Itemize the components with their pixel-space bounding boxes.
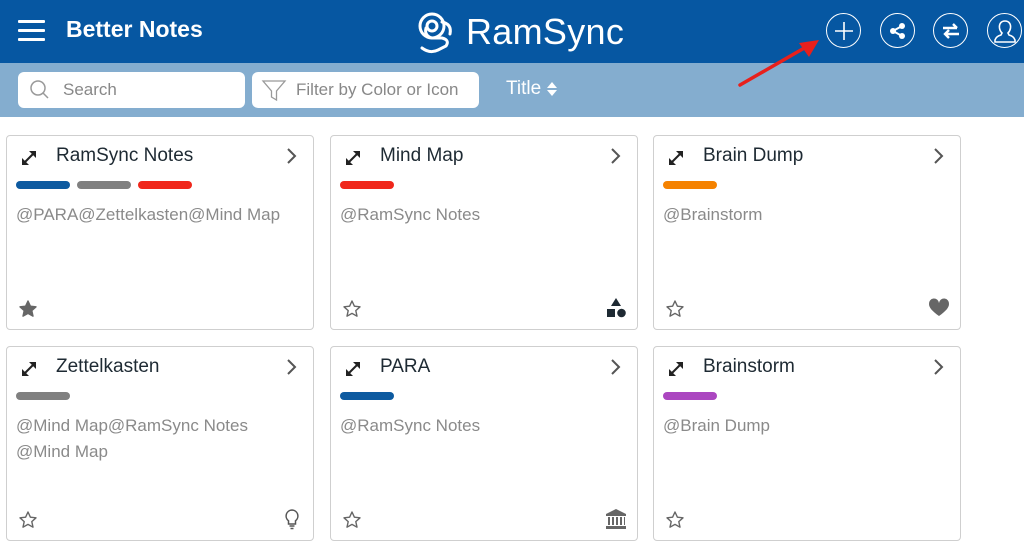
filter-box[interactable] — [252, 72, 479, 108]
shapes-icon — [605, 297, 627, 319]
note-title[interactable]: RamSync Notes — [56, 145, 193, 167]
note-links: @Mind Map@RamSync Notes @Mind Map — [16, 416, 248, 461]
sort-label: Title — [506, 78, 542, 99]
filter-toolbar: Title — [0, 63, 1024, 117]
share-icon — [889, 22, 905, 39]
swap-arrows-icon — [942, 22, 959, 39]
expand-icon[interactable] — [19, 148, 39, 168]
expand-icon[interactable] — [343, 148, 363, 168]
profile-button[interactable] — [987, 13, 1022, 48]
note-links: @PARA@Zettelkasten@Mind Map — [16, 205, 281, 224]
ram-logo-icon — [418, 12, 452, 54]
chevron-right-icon[interactable] — [609, 146, 623, 166]
filter-icon — [261, 80, 287, 102]
user-icon — [993, 19, 1016, 43]
note-card[interactable]: Mind Map @RamSync Notes — [330, 135, 638, 330]
search-icon — [30, 80, 49, 99]
star-icon[interactable] — [18, 510, 38, 530]
color-tag — [340, 392, 394, 400]
expand-icon[interactable] — [666, 359, 686, 379]
color-tags — [340, 392, 394, 400]
logo-text: RamSync — [466, 11, 625, 52]
color-tag — [16, 392, 70, 400]
heart-icon — [928, 297, 950, 319]
note-links: @RamSync Notes — [340, 416, 481, 435]
bank-icon — [605, 508, 627, 530]
plus-icon — [834, 21, 853, 40]
color-tag — [663, 181, 717, 189]
sync-button[interactable] — [933, 13, 968, 48]
note-card[interactable]: Brainstorm @Brain Dump — [653, 346, 961, 541]
ramsync-logo: RamSync — [412, 7, 624, 57]
note-title[interactable]: Brain Dump — [703, 145, 803, 167]
app-title: Better Notes — [66, 16, 203, 42]
note-card[interactable]: Brain Dump @Brainstorm — [653, 135, 961, 330]
note-links: @RamSync Notes — [340, 205, 481, 224]
color-tags — [663, 181, 717, 189]
star-filled-icon[interactable] — [18, 299, 38, 319]
note-title[interactable]: Zettelkasten — [56, 356, 160, 378]
filter-input[interactable] — [296, 80, 479, 100]
color-tag — [16, 181, 70, 189]
sort-icon — [547, 82, 558, 96]
sort-by-title[interactable]: Title — [506, 78, 559, 100]
note-links: @Brain Dump — [663, 416, 771, 435]
star-icon[interactable] — [342, 299, 362, 319]
chevron-right-icon[interactable] — [609, 357, 623, 377]
color-tag — [663, 392, 717, 400]
note-card[interactable]: Zettelkasten @Mind Map@RamSync Notes @Mi… — [6, 346, 314, 541]
color-tags — [16, 392, 70, 400]
expand-icon[interactable] — [666, 148, 686, 168]
menu-icon[interactable] — [18, 20, 45, 42]
color-tag — [138, 181, 192, 189]
star-icon[interactable] — [665, 510, 685, 530]
search-input[interactable] — [63, 80, 245, 100]
app-header: Better Notes RamSync — [0, 0, 1024, 63]
color-tag — [77, 181, 131, 189]
note-title[interactable]: PARA — [380, 356, 430, 378]
chevron-right-icon[interactable] — [285, 357, 299, 377]
color-tags — [16, 181, 192, 189]
expand-icon[interactable] — [19, 359, 39, 379]
color-tags — [340, 181, 394, 189]
share-button[interactable] — [880, 13, 915, 48]
note-title[interactable]: Mind Map — [380, 145, 463, 167]
chevron-right-icon[interactable] — [285, 146, 299, 166]
search-box[interactable] — [18, 72, 245, 108]
note-card[interactable]: PARA @RamSync Notes — [330, 346, 638, 541]
expand-icon[interactable] — [343, 359, 363, 379]
color-tag — [340, 181, 394, 189]
note-title[interactable]: Brainstorm — [703, 356, 795, 378]
chevron-right-icon[interactable] — [932, 357, 946, 377]
star-icon[interactable] — [665, 299, 685, 319]
chevron-right-icon[interactable] — [932, 146, 946, 166]
add-note-button[interactable] — [826, 13, 861, 48]
note-links: @Brainstorm — [663, 205, 763, 224]
lightbulb-icon — [281, 508, 303, 530]
color-tags — [663, 392, 717, 400]
note-card[interactable]: RamSync Notes @PARA@Zettelkasten@Mind Ma… — [6, 135, 314, 330]
star-icon[interactable] — [342, 510, 362, 530]
